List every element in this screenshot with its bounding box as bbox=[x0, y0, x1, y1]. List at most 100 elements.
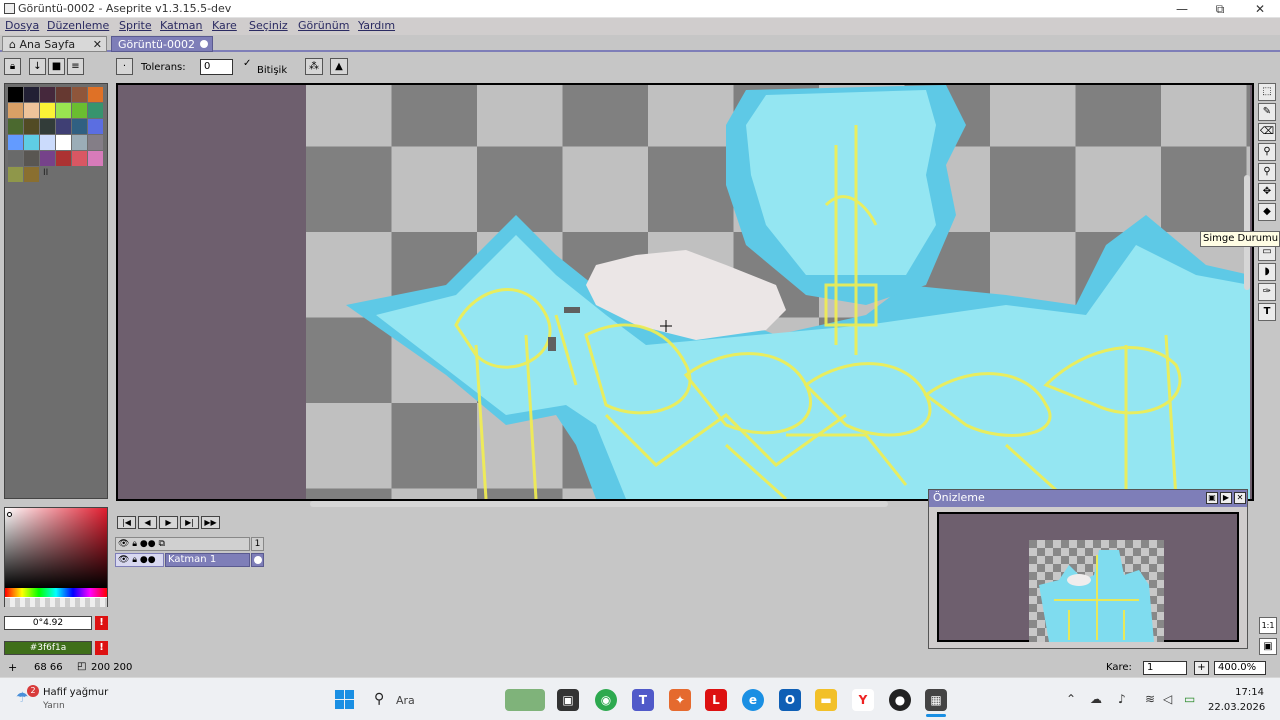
tab-home[interactable]: ⌂ Ana Sayfa ✕ bbox=[2, 36, 107, 52]
menu-edit[interactable]: Düzenleme bbox=[47, 19, 109, 32]
palette-swatch[interactable] bbox=[8, 87, 23, 102]
palette-swatch[interactable] bbox=[88, 87, 103, 102]
layer-name[interactable]: Katman 1 bbox=[165, 553, 250, 567]
task-view-icon[interactable]: ▣ bbox=[557, 689, 579, 711]
aseprite-taskbar-icon[interactable]: ▦ bbox=[925, 689, 947, 711]
copilot-icon[interactable]: ✦ bbox=[669, 689, 691, 711]
outlook-icon[interactable]: O bbox=[779, 689, 801, 711]
palette-swatch[interactable] bbox=[24, 151, 39, 166]
palette-swatch[interactable] bbox=[40, 119, 55, 134]
first-frame-icon[interactable]: |◀ bbox=[117, 516, 136, 529]
chevron-up-icon[interactable]: ⌃ bbox=[1066, 692, 1076, 706]
palette-swatch[interactable] bbox=[88, 119, 103, 134]
ratio-button[interactable]: 1:1 bbox=[1259, 617, 1277, 634]
palette-swatch[interactable] bbox=[72, 135, 87, 150]
palette-swatch[interactable] bbox=[72, 103, 87, 118]
speaker-icon[interactable]: ◁ bbox=[1163, 692, 1172, 706]
palette-swatch[interactable] bbox=[40, 151, 55, 166]
palette-swatch[interactable] bbox=[24, 87, 39, 102]
warning-icon[interactable]: ! bbox=[95, 641, 108, 655]
menu-help[interactable]: Yardım bbox=[358, 19, 395, 32]
search-icon[interactable]: ⚲ bbox=[374, 691, 384, 707]
app-black-icon[interactable]: ● bbox=[889, 689, 911, 711]
bg-color-value[interactable]: 0°4.92 bbox=[4, 616, 92, 630]
app-l-icon[interactable]: L bbox=[705, 689, 727, 711]
palette-swatch[interactable] bbox=[56, 135, 71, 150]
palette-swatch[interactable] bbox=[40, 135, 55, 150]
fill-mode-icon[interactable]: ▲ bbox=[330, 58, 348, 75]
zoom-input[interactable]: 400.0% bbox=[1214, 661, 1266, 675]
download-icon[interactable]: ↓ bbox=[29, 58, 46, 75]
mic-icon[interactable]: ♪ bbox=[1118, 692, 1126, 706]
brush-point-icon[interactable]: · bbox=[116, 58, 133, 75]
clock-date[interactable]: 22.03.2026 bbox=[1208, 702, 1265, 713]
tab-close-icon[interactable]: ✕ bbox=[93, 37, 102, 52]
add-icon[interactable]: + bbox=[8, 661, 17, 674]
layer-visibility-icon[interactable]: 👁︎ 🔒︎ ●● bbox=[115, 553, 164, 567]
palette-swatch[interactable] bbox=[24, 135, 39, 150]
wifi-icon[interactable]: ≋ bbox=[1145, 692, 1155, 706]
menu-view[interactable]: Görünüm bbox=[298, 19, 349, 32]
horizontal-scrollbar[interactable] bbox=[310, 501, 888, 507]
fg-color-value[interactable]: #3f6f1a bbox=[4, 641, 92, 655]
minimize-button[interactable]: — bbox=[1162, 0, 1202, 18]
layer-icon[interactable]: ■ bbox=[48, 58, 65, 75]
palette-swatch[interactable] bbox=[72, 151, 87, 166]
chrome-icon[interactable]: ◉ bbox=[595, 689, 617, 711]
clock-time[interactable]: 17:14 bbox=[1232, 687, 1264, 698]
warning-icon[interactable]: ! bbox=[95, 616, 108, 630]
battery-icon[interactable]: ▭ bbox=[1184, 692, 1195, 706]
palette-swatch[interactable] bbox=[40, 103, 55, 118]
palette-swatch[interactable] bbox=[56, 151, 71, 166]
palette-swatch[interactable] bbox=[40, 87, 55, 102]
color-spectrum[interactable] bbox=[4, 507, 108, 607]
saturation-box[interactable] bbox=[5, 508, 107, 588]
frame-input[interactable]: 1 bbox=[1143, 661, 1187, 675]
palette-swatch[interactable] bbox=[24, 167, 39, 182]
palette-swatch[interactable] bbox=[72, 119, 87, 134]
cel[interactable] bbox=[251, 553, 264, 567]
preview-mode-icon[interactable]: ▣ bbox=[1206, 492, 1218, 504]
marquee-tool-icon[interactable]: ⬚ bbox=[1258, 83, 1276, 101]
edge-icon[interactable]: e bbox=[742, 689, 764, 711]
hue-slider[interactable] bbox=[5, 588, 107, 597]
palette-swatch[interactable] bbox=[56, 119, 71, 134]
zoom-tool-icon[interactable]: ⚲ bbox=[1258, 163, 1276, 181]
teams-icon[interactable]: T bbox=[632, 689, 654, 711]
tab-file[interactable]: Görüntü-0002 bbox=[111, 36, 213, 52]
palette-swatch[interactable] bbox=[24, 103, 39, 118]
maximize-button[interactable]: ⧉ bbox=[1200, 0, 1240, 18]
yandex-icon[interactable]: Y bbox=[852, 689, 874, 711]
menu-select[interactable]: Seçiniz bbox=[249, 19, 288, 32]
last-frame-icon[interactable]: ▶▶ bbox=[201, 516, 220, 529]
palette-swatch[interactable] bbox=[8, 167, 23, 182]
tolerance-input[interactable]: 0 bbox=[200, 59, 233, 75]
palette-swatch[interactable] bbox=[88, 151, 103, 166]
palette-swatch[interactable] bbox=[24, 119, 39, 134]
palette-swatch[interactable] bbox=[88, 135, 103, 150]
palette-swatch[interactable] bbox=[8, 135, 23, 150]
text-tool-icon[interactable]: T bbox=[1258, 303, 1276, 321]
sprite-canvas[interactable] bbox=[306, 85, 1250, 499]
frame-header[interactable]: 1 bbox=[251, 537, 264, 551]
prev-frame-icon[interactable]: ◀ bbox=[138, 516, 157, 529]
menu-icon[interactable]: ≡ bbox=[67, 58, 84, 75]
palette-swatch[interactable] bbox=[56, 87, 71, 102]
palette-swatch[interactable] bbox=[8, 151, 23, 166]
widget-image-icon[interactable] bbox=[505, 689, 545, 711]
blur-tool-icon[interactable]: ✑ bbox=[1258, 283, 1276, 301]
alpha-slider[interactable] bbox=[5, 598, 107, 607]
palette-swatch[interactable] bbox=[8, 119, 23, 134]
contiguous-checkbox[interactable]: ✓ bbox=[243, 58, 251, 69]
menu-layer[interactable]: Katman bbox=[160, 19, 203, 32]
menu-file[interactable]: Dosya bbox=[5, 19, 39, 32]
close-window-button[interactable]: ✕ bbox=[1240, 0, 1280, 18]
menu-frame[interactable]: Kare bbox=[212, 19, 237, 32]
palette-swatch[interactable] bbox=[56, 103, 71, 118]
move-tool-icon[interactable]: ✥ bbox=[1258, 183, 1276, 201]
folder-icon[interactable]: ▬ bbox=[815, 689, 837, 711]
eyedropper-tool-icon[interactable]: ⚲ bbox=[1258, 143, 1276, 161]
eraser-tool-icon[interactable]: ⌫ bbox=[1258, 123, 1276, 141]
preview-canvas[interactable] bbox=[937, 512, 1239, 642]
preview-close-icon[interactable]: ✕ bbox=[1234, 492, 1246, 504]
